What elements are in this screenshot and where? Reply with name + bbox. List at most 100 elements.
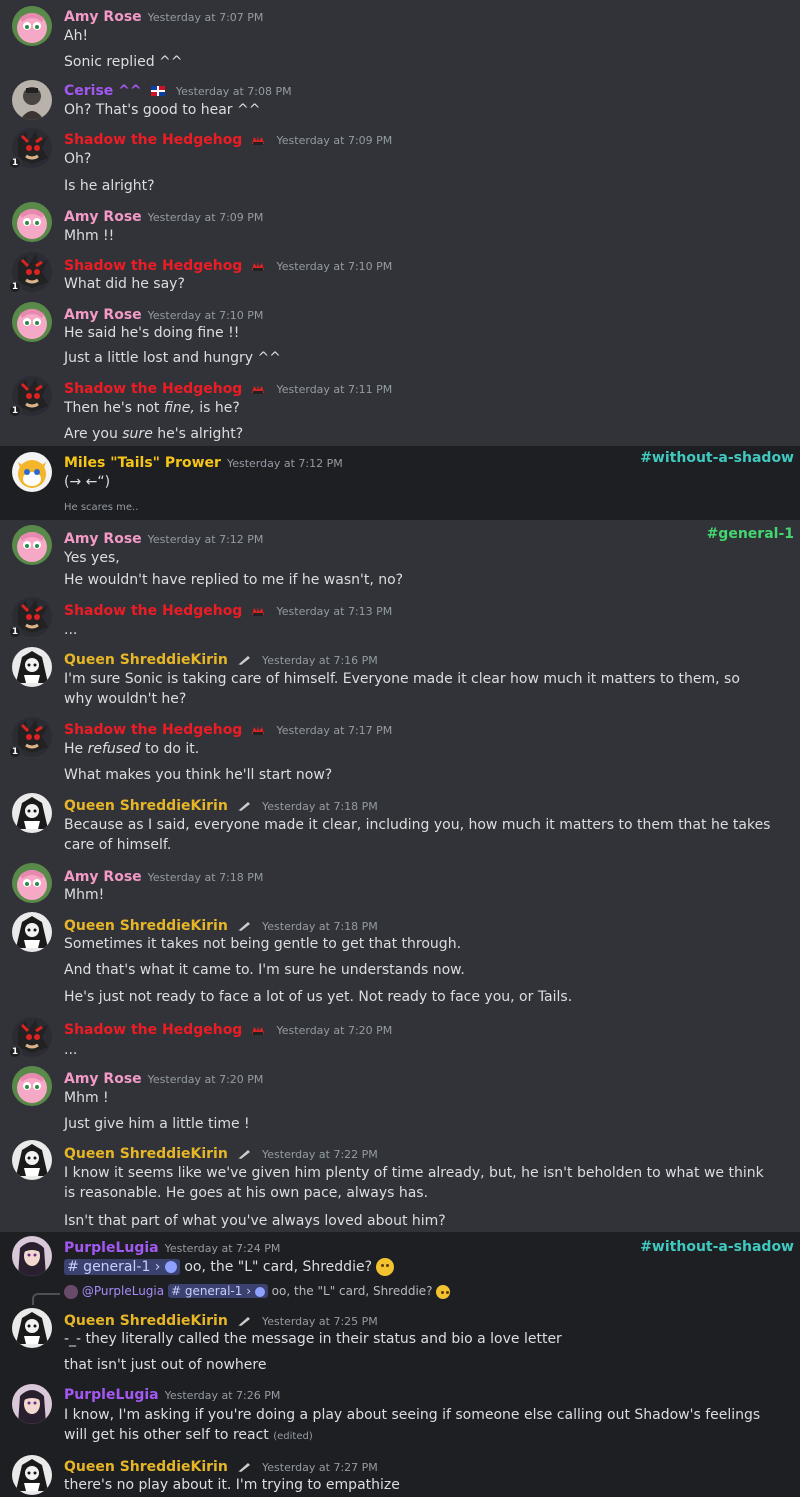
timestamp: Yesterday at 7:10 PM xyxy=(276,260,393,273)
username[interactable]: Queen ShreddieKirin xyxy=(64,918,228,934)
message-text: there's no play about it. I'm trying to … xyxy=(64,1477,400,1493)
status-badge: 1 xyxy=(8,1045,22,1059)
avatar[interactable] xyxy=(12,863,52,903)
role-icon xyxy=(237,921,250,931)
timestamp: Yesterday at 7:11 PM xyxy=(276,383,393,396)
channel-label[interactable]: #general-1 xyxy=(707,526,794,542)
message-text: Sometimes it takes not being gentle to g… xyxy=(64,936,462,952)
message-text: What makes you think he'll start now? xyxy=(64,767,333,783)
username[interactable]: PurpleLugia xyxy=(64,1240,159,1256)
edited-label: (edited) xyxy=(273,1431,313,1442)
thread-icon xyxy=(254,1286,265,1297)
timestamp: Yesterday at 7:18 PM xyxy=(262,920,378,933)
channel-mention[interactable]: # general-1 › xyxy=(167,1284,268,1298)
message-text: -_- they literally called the message in… xyxy=(64,1331,562,1347)
avatar[interactable] xyxy=(12,452,52,492)
message-text: Because as I said, everyone made it clea… xyxy=(64,817,771,853)
avatar[interactable] xyxy=(12,6,52,46)
reply-preview[interactable]: @PurpleLugia # general-1 › oo, the "L" c… xyxy=(64,1284,451,1299)
channel-mention[interactable]: # general-1 › xyxy=(64,1259,180,1275)
avatar[interactable] xyxy=(12,525,52,565)
message-text: that isn't just out of nowhere xyxy=(64,1357,267,1373)
thinking-emoji-icon xyxy=(376,1258,395,1276)
username[interactable]: Shadow the Hedgehog xyxy=(64,258,242,274)
message-text: I know it seems like we've given him ple… xyxy=(64,1165,764,1201)
username[interactable]: Miles "Tails" Prower xyxy=(64,455,221,471)
username[interactable]: Amy Rose xyxy=(64,1071,142,1087)
timestamp: Yesterday at 7:12 PM xyxy=(147,533,264,546)
status-badge: 1 xyxy=(8,745,22,759)
timestamp: Yesterday at 7:09 PM xyxy=(276,134,393,147)
role-icon xyxy=(237,1316,250,1326)
avatar[interactable] xyxy=(12,80,52,120)
timestamp: Yesterday at 7:13 PM xyxy=(276,605,393,618)
timestamp: Yesterday at 7:25 PM xyxy=(262,1315,378,1328)
timestamp: Yesterday at 7:22 PM xyxy=(262,1148,378,1161)
username[interactable]: Shadow the Hedgehog xyxy=(64,1022,242,1038)
message-text: He's just not ready to face a lot of us … xyxy=(64,989,573,1005)
timestamp: Yesterday at 7:12 PM xyxy=(226,457,343,470)
username[interactable]: PurpleLugia xyxy=(64,1387,159,1403)
avatar[interactable] xyxy=(12,302,52,342)
message-text: Isn't that part of what you've always lo… xyxy=(64,1213,446,1229)
status-badge: 1 xyxy=(8,156,22,170)
username[interactable]: Amy Rose xyxy=(64,869,142,885)
message-text: Ah! xyxy=(64,28,89,44)
username[interactable]: Amy Rose xyxy=(64,209,142,225)
message-text: He said he's doing fine !! xyxy=(64,325,240,341)
avatar[interactable] xyxy=(12,647,52,687)
message-text: Is he alright? xyxy=(64,178,155,194)
username[interactable]: Shadow the Hedgehog xyxy=(64,722,242,738)
status-badge: 1 xyxy=(8,404,22,418)
username[interactable]: Queen ShreddieKirin xyxy=(64,1313,228,1329)
message-text: What did he say? xyxy=(64,276,185,292)
status-badge: 1 xyxy=(8,280,22,294)
username[interactable]: Queen ShreddieKirin xyxy=(64,798,228,814)
username[interactable]: Shadow the Hedgehog xyxy=(64,603,242,619)
username[interactable]: Shadow the Hedgehog xyxy=(64,132,242,148)
message-text: He wouldn't have replied to me if he was… xyxy=(64,572,404,588)
message-text: Sonic replied ^^ xyxy=(64,54,183,70)
avatar[interactable] xyxy=(12,1308,52,1348)
timestamp: Yesterday at 7:24 PM xyxy=(164,1242,281,1255)
avatar[interactable] xyxy=(12,202,52,242)
role-icon xyxy=(252,606,265,616)
avatar[interactable] xyxy=(12,793,52,833)
avatar[interactable] xyxy=(12,1236,52,1276)
username[interactable]: Queen ShreddieKirin xyxy=(64,652,228,668)
message-text: Mhm! xyxy=(64,887,105,903)
avatar[interactable] xyxy=(12,912,52,952)
avatar[interactable] xyxy=(12,1384,52,1424)
timestamp: Yesterday at 7:18 PM xyxy=(147,871,264,884)
username[interactable]: Queen ShreddieKirin xyxy=(64,1459,228,1475)
username[interactable]: Shadow the Hedgehog xyxy=(64,381,242,397)
avatar[interactable] xyxy=(12,1140,52,1180)
message-text: Are you sure he's alright? xyxy=(64,426,244,442)
avatar[interactable] xyxy=(12,1066,52,1106)
reply-avatar xyxy=(64,1284,78,1299)
role-icon xyxy=(252,135,265,145)
message-text: Then he's not fine, is he? xyxy=(64,400,240,416)
timestamp: Yesterday at 7:20 PM xyxy=(276,1024,393,1037)
timestamp: Yesterday at 7:27 PM xyxy=(262,1461,378,1474)
timestamp: Yesterday at 7:17 PM xyxy=(276,724,393,737)
username[interactable]: Queen ShreddieKirin xyxy=(64,1146,228,1162)
username[interactable]: Amy Rose xyxy=(64,531,142,547)
role-icon xyxy=(237,801,250,811)
username[interactable]: Amy Rose xyxy=(64,307,142,323)
message-text: And that's what it came to. I'm sure he … xyxy=(64,962,465,978)
thread-icon xyxy=(164,1261,177,1273)
timestamp: Yesterday at 7:16 PM xyxy=(262,654,378,667)
avatar[interactable] xyxy=(12,1455,52,1495)
message-text: I'm sure Sonic is taking care of himself… xyxy=(64,671,740,707)
username[interactable]: Amy Rose xyxy=(64,9,142,25)
thinking-emoji-icon xyxy=(436,1284,451,1299)
username[interactable]: Cerise ^^ xyxy=(64,83,142,99)
reply-spine xyxy=(32,1293,60,1305)
channel-label[interactable]: #without-a-shadow xyxy=(640,450,794,466)
reply-username[interactable]: @PurpleLugia xyxy=(82,1284,164,1298)
channel-label[interactable]: #without-a-shadow xyxy=(640,1239,794,1255)
timestamp: Yesterday at 7:08 PM xyxy=(175,85,292,98)
message-text: He scares me.. xyxy=(64,502,139,513)
timestamp: Yesterday at 7:09 PM xyxy=(147,211,264,224)
